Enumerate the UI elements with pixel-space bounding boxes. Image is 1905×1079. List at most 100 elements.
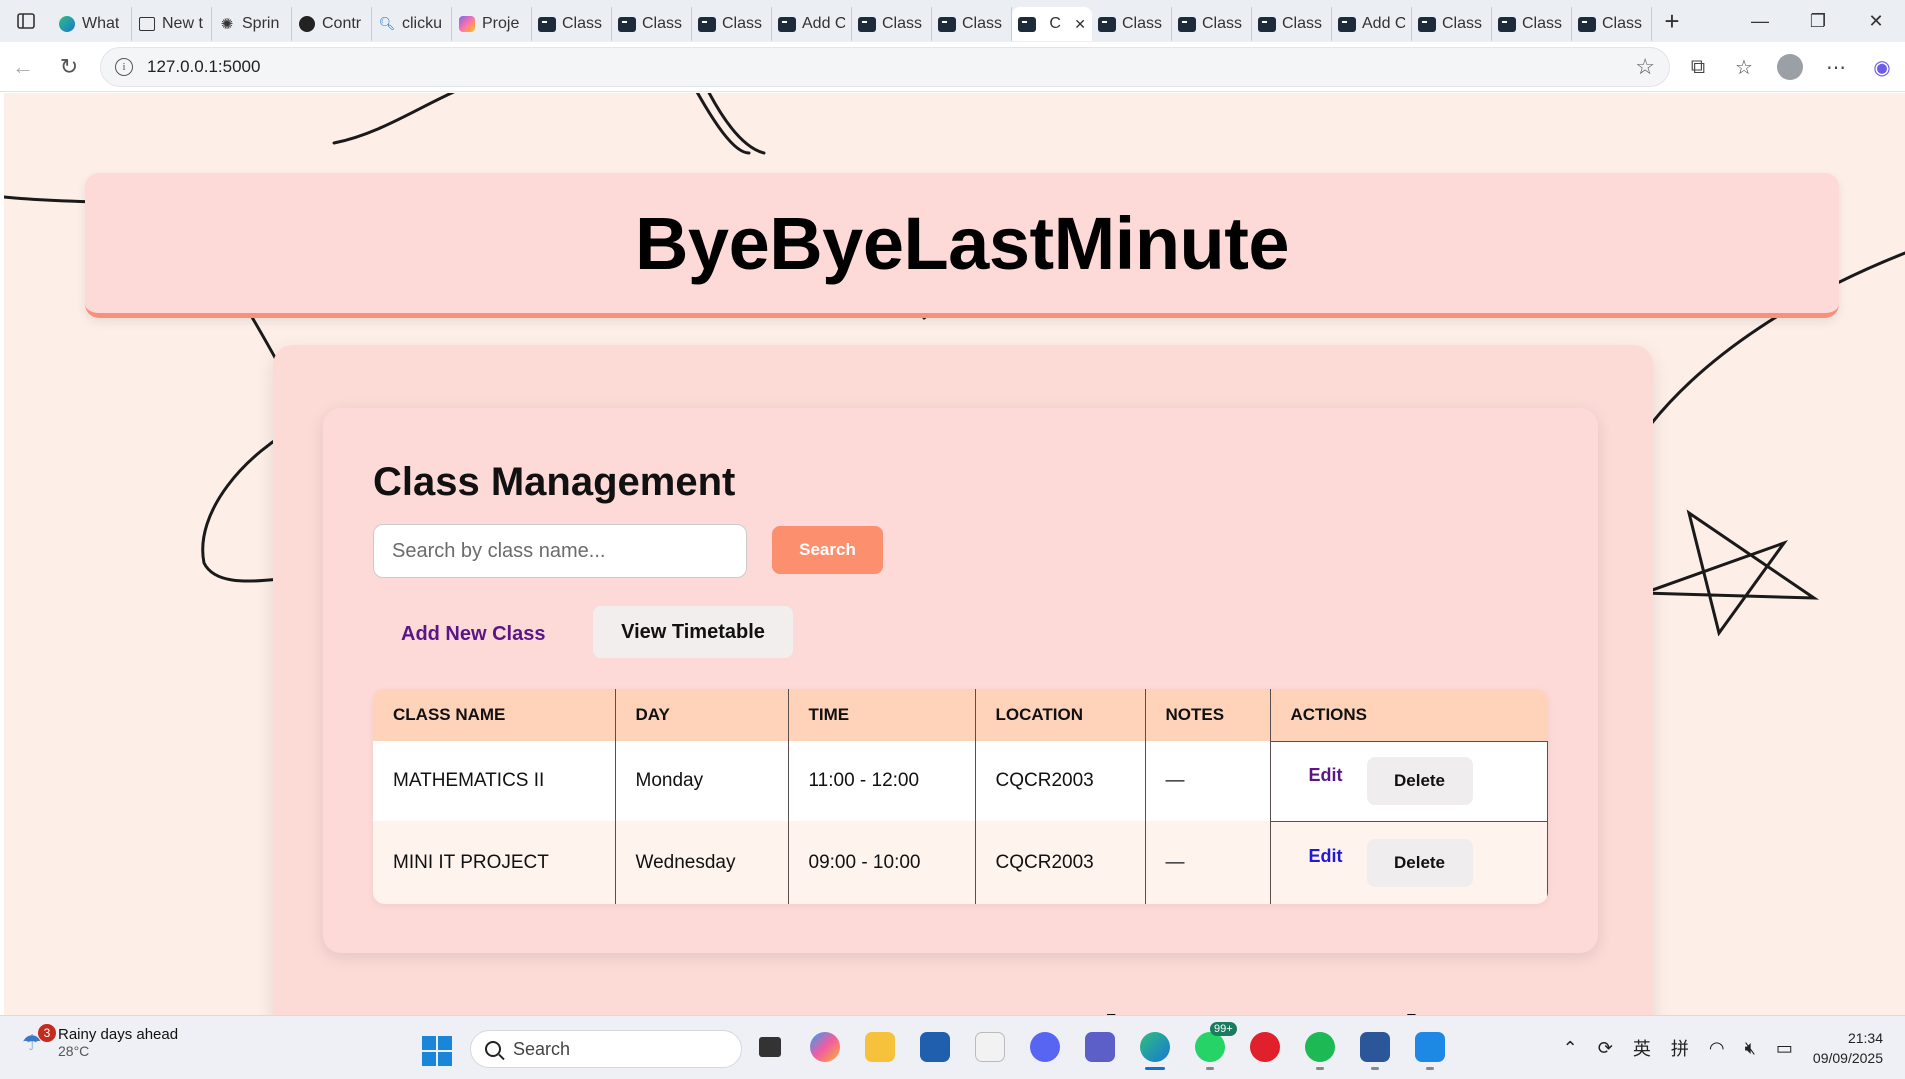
- copilot-app-icon[interactable]: [807, 1026, 843, 1068]
- youtube-music-icon[interactable]: [1247, 1026, 1283, 1068]
- address-bar[interactable]: i 127.0.0.1:5000 ☆: [100, 47, 1670, 87]
- favorite-star-icon[interactable]: ☆: [1635, 54, 1655, 80]
- browser-tab[interactable]: C ✕: [1012, 7, 1092, 41]
- browser-toolbar: ← ↻ i 127.0.0.1:5000 ☆ ⧉ ☆ ⋯ ◉: [0, 42, 1905, 92]
- discord-icon[interactable]: [1027, 1026, 1063, 1068]
- profile-avatar[interactable]: [1777, 54, 1803, 80]
- search-input[interactable]: [373, 524, 747, 578]
- browser-tab[interactable]: Class: [1092, 7, 1172, 41]
- browser-tab[interactable]: Class: [1492, 7, 1572, 41]
- input-language-1[interactable]: 英: [1623, 1035, 1661, 1061]
- system-tray: ⌃ ⟳ 英 拼 ◠ 🔇︎ ▭ 21:34 09/09/2025: [1553, 1016, 1905, 1079]
- cell-class-name: MINI IT PROJECT: [373, 821, 616, 904]
- edit-link[interactable]: Edit: [1309, 765, 1343, 786]
- cell-time: 09:00 - 10:00: [788, 821, 976, 904]
- browser-tab[interactable]: Class: [1412, 7, 1492, 41]
- app-title: ByeByeLastMinute: [634, 201, 1290, 285]
- browser-tab[interactable]: New t: [132, 7, 212, 41]
- browser-tab[interactable]: Class: [612, 7, 692, 41]
- browser-tab[interactable]: Proje: [452, 7, 532, 41]
- taskbar-search[interactable]: Search: [470, 1030, 742, 1068]
- windows-start-icon[interactable]: [422, 1036, 452, 1066]
- input-language-2[interactable]: 拼: [1661, 1035, 1699, 1061]
- browser-tab[interactable]: Class: [1252, 7, 1332, 41]
- cell-location: CQCR2003: [975, 741, 1146, 822]
- delete-button[interactable]: Delete: [1366, 757, 1473, 806]
- file-explorer-icon[interactable]: [862, 1026, 898, 1068]
- wifi-icon[interactable]: ◠: [1699, 1038, 1735, 1059]
- edit-link[interactable]: Edit: [1309, 846, 1343, 867]
- battery-icon[interactable]: ▭: [1766, 1038, 1803, 1059]
- window-controls: — ❐ ✕: [1731, 0, 1905, 42]
- sync-icon[interactable]: ⟳: [1588, 1038, 1623, 1059]
- volume-muted-icon[interactable]: 🔇︎: [1735, 1038, 1766, 1059]
- whatsapp-icon[interactable]: 99+: [1192, 1022, 1237, 1070]
- terminal-icon: [1258, 15, 1276, 33]
- cell-time: 11:00 - 12:00: [788, 741, 976, 822]
- tab-title: Class: [722, 15, 763, 32]
- tab-title: Class: [562, 15, 603, 32]
- teams-icon[interactable]: [1082, 1026, 1118, 1068]
- tab-title: clicku: [402, 15, 443, 32]
- new-tab-button[interactable]: +: [1652, 0, 1692, 42]
- edge-icon: [58, 15, 76, 33]
- browser-tab[interactable]: Class: [852, 7, 932, 41]
- add-new-class-link[interactable]: Add New Class: [401, 608, 545, 660]
- search-icon: [485, 1041, 501, 1057]
- vscode-icon[interactable]: [1412, 1026, 1448, 1070]
- tray-overflow-icon[interactable]: ⌃: [1553, 1038, 1588, 1059]
- tab-actions-button[interactable]: [0, 0, 52, 42]
- browser-tab[interactable]: What: [52, 7, 132, 41]
- clock[interactable]: 21:34 09/09/2025: [1803, 1028, 1905, 1068]
- terminal-icon: [1018, 15, 1036, 33]
- word-icon[interactable]: [1357, 1026, 1393, 1070]
- more-menu-icon[interactable]: ⋯: [1813, 47, 1859, 87]
- browser-tab[interactable]: Class: [1172, 7, 1252, 41]
- browser-tab[interactable]: ✺ Sprin: [212, 7, 292, 41]
- task-view-icon[interactable]: [752, 1026, 788, 1068]
- terminal-icon: [538, 15, 556, 33]
- browser-tab[interactable]: Add C: [1332, 7, 1412, 41]
- copilot-icon[interactable]: ◉: [1859, 47, 1905, 87]
- view-timetable-button[interactable]: View Timetable: [593, 606, 793, 658]
- openai-icon: ✺: [220, 16, 234, 33]
- back-button[interactable]: ←: [0, 47, 46, 87]
- weather-temp: 28°C: [58, 1043, 90, 1059]
- tab-strip: What New t ✺ Sprin Contr 🔍︎ clicku Proje Class Cl…: [0, 0, 1905, 42]
- browser-tab[interactable]: Contr: [292, 7, 372, 41]
- extensions-icon[interactable]: ⧉: [1675, 47, 1721, 87]
- spotify-icon[interactable]: [1302, 1026, 1338, 1070]
- favorites-icon[interactable]: ☆: [1721, 47, 1767, 87]
- browser-tab[interactable]: Class: [532, 7, 612, 41]
- clock-date: 09/09/2025: [1812, 1050, 1883, 1066]
- tab-title: Class: [1522, 15, 1563, 32]
- browser-tab[interactable]: Class: [692, 7, 772, 41]
- header-actions: ACTIONS: [1270, 689, 1548, 741]
- close-tab-icon[interactable]: ✕: [1074, 16, 1086, 33]
- restore-button[interactable]: ❐: [1789, 0, 1847, 42]
- clock-time: 21:34: [1847, 1030, 1883, 1046]
- weather-widget[interactable]: ☂ 3 Rainy days ahead 28°C: [22, 1023, 178, 1059]
- weather-badge: 3: [38, 1023, 56, 1042]
- close-window-button[interactable]: ✕: [1847, 0, 1905, 42]
- search-icon: 🔍︎: [378, 16, 396, 31]
- windows-taskbar: ☂ 3 Rainy days ahead 28°C Search 99+ ⌃ ⟳ …: [0, 1015, 1905, 1079]
- amazon-icon[interactable]: [972, 1026, 1008, 1068]
- github-icon: [298, 15, 316, 33]
- minimize-button[interactable]: —: [1731, 0, 1789, 42]
- cell-day: Monday: [615, 741, 789, 822]
- browser-tab[interactable]: Class: [1572, 7, 1652, 41]
- browser-tab[interactable]: Class: [932, 7, 1012, 41]
- delete-button[interactable]: Delete: [1366, 838, 1473, 887]
- browser-tab[interactable]: Add C: [772, 7, 852, 41]
- terminal-icon: [1338, 15, 1356, 33]
- edge-browser-icon[interactable]: [1137, 1026, 1173, 1070]
- cell-notes: —: [1145, 741, 1271, 822]
- class-management-panel: Class Management Search Add New Class Vi…: [323, 408, 1598, 953]
- microsoft-store-icon[interactable]: [917, 1026, 953, 1068]
- search-button[interactable]: Search: [772, 526, 883, 574]
- terminal-icon: [1098, 15, 1116, 33]
- reload-button[interactable]: ↻: [46, 47, 92, 87]
- site-info-icon[interactable]: i: [115, 58, 133, 76]
- browser-tab[interactable]: 🔍︎ clicku: [372, 7, 452, 41]
